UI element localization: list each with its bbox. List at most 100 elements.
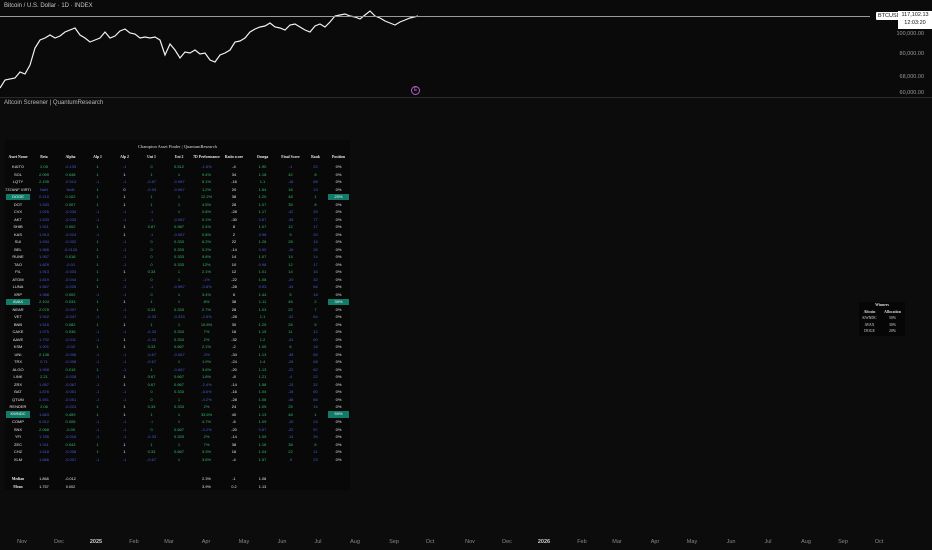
cell-omega: 1.04	[258, 389, 267, 394]
cell-position: 0%	[335, 344, 342, 349]
cell-uni-1: 1	[150, 194, 153, 199]
event-marker-icon[interactable]: E	[411, 86, 420, 95]
cell-asset-name: FIL	[15, 269, 21, 274]
time-label: Sep	[838, 539, 848, 545]
cell-alp-1: 1	[96, 186, 99, 192]
cell-alpha: -0.028	[64, 374, 77, 379]
cell-omega: 1.13	[258, 366, 267, 372]
cell-alp-2: -1	[122, 261, 127, 267]
cell-uni-2: 1	[177, 299, 181, 304]
time-label: 2025	[89, 539, 103, 545]
table-row: DOGE 0.119 0.102 1 1 1 1 12.2% 38 1.20 48 1 20%	[5, 193, 350, 201]
cell-alp-1: -1	[95, 209, 100, 214]
cell-asset-name: CAKE	[12, 329, 24, 334]
cell-perf-7d: 2%	[203, 434, 210, 439]
cell-final-score: 25	[288, 404, 293, 409]
cell-uni-1: -0.93	[146, 186, 157, 192]
cell-beta: 1.567	[38, 284, 49, 289]
cell-alpha: 0.002	[65, 224, 76, 229]
cell-rank: 66	[313, 284, 318, 289]
cell-ratio-score: -28	[231, 284, 237, 289]
cell-omega: 1.21	[258, 374, 267, 379]
summary-uni-2	[165, 484, 193, 492]
cell-uni-2: -0.967	[173, 186, 185, 192]
cell-position: 0%	[335, 216, 342, 222]
cell-omega: 1.90	[258, 164, 267, 169]
cell-position: 0%	[335, 351, 342, 357]
cell-ratio-score: -2	[232, 344, 236, 349]
table-row: SNX 2.068 -0.00 -1 -1 0 0.667 -0.2% -20 0.87 -22 57…	[5, 426, 350, 434]
cell-alp-1: 1	[96, 224, 99, 229]
cell-perf-7d: 0.1%	[201, 216, 212, 222]
cell-position: 0%	[335, 359, 342, 364]
cell-uni-2: 0.333	[173, 254, 184, 259]
time-label: Oct	[425, 539, 435, 545]
time-label: Aug	[350, 539, 360, 545]
pane-separator[interactable]	[0, 97, 932, 98]
cell-asset-name: COMP	[12, 419, 24, 424]
cell-alp-2: -1	[122, 306, 127, 312]
cell-asset-name: 737ANF VIRTU	[5, 186, 31, 192]
cell-position: 0%	[335, 396, 342, 402]
table-row: TRX 0.71 -0.008 -1 -1 -0.67 1 1.9% -24 1.4 -28 68 0%	[5, 358, 350, 366]
cell-alp-1: 1	[96, 201, 99, 207]
cell-omega: 1.1	[259, 314, 266, 319]
cell-alpha: -0.024	[64, 231, 77, 237]
price-axis[interactable]: 100,000.00 80,000.00 68,000.00 60,000.00	[862, 0, 932, 530]
summary-position	[327, 484, 350, 492]
cell-uni-2: 1	[177, 194, 181, 199]
summary-row: Median 1.868 -0.012 2.3% -1 1.08	[5, 476, 350, 484]
cell-omega: 1.03	[258, 306, 267, 312]
table-row: ZRX 1.957 -0.067 -1 1 0.67 0.667 -2.4% -14 1.58 -1…	[5, 381, 350, 389]
cell-alp-1: 1	[96, 306, 99, 312]
cell-omega: 1.07	[258, 224, 267, 229]
price-chart-pane[interactable]: Bitcoin / U.S. Dollar · 1D · INDEX E	[0, 0, 932, 97]
cell-alp-1: -1	[95, 359, 100, 364]
cell-ratio-score: -14	[231, 246, 237, 252]
cell-omega: 1.15	[258, 329, 267, 334]
symbol-title[interactable]: Bitcoin / U.S. Dollar · 1D · INDEX	[4, 3, 93, 9]
cell-alp-2: -1	[122, 276, 127, 282]
summary-final-score	[277, 484, 304, 492]
cell-alpha: 0.015	[65, 366, 76, 372]
time-axis[interactable]: Nov Dec 2025 Feb Mar Apr May Jun Jul Aug Sep Oct Nov…	[0, 530, 932, 550]
table-row: KWNDC 1.663 0.459 1 1 1 1 33.6% 40 1.13 48 1 50%	[5, 411, 350, 419]
cell-uni-2: 0.667	[173, 426, 184, 432]
cell-final-score: 6	[289, 344, 292, 349]
cell-alp-1: 1	[96, 194, 99, 199]
cell-uni-1: 1	[150, 411, 153, 417]
cell-position: 0%	[335, 186, 342, 192]
cell-position: 0%	[335, 336, 342, 342]
time-label: Nov	[17, 539, 27, 545]
cell-ratio-score: -34	[231, 351, 237, 357]
cell-perf-7d: 1.8%	[201, 374, 212, 379]
cell-alp-2: -1	[122, 314, 127, 319]
screener-table: Champion Asset Finder | QuantumResearch …	[5, 140, 350, 490]
cell-alp-1: -1	[95, 329, 100, 334]
summary-uni-1	[138, 476, 165, 484]
table-row: CVX 1.925 -0.034 -1 -1 -1 1 0.8% -28 1.17 -42 39 0%	[5, 208, 350, 216]
cell-perf-7d: 9.4%	[201, 171, 212, 177]
table-row: COMP 0.912 0.008 -1 -1 -1 1 4.7% -6 1.09 -10 24 0%	[5, 418, 350, 426]
cell-perf-7d: -5.6%	[201, 389, 212, 394]
cell-alpha: 0.002	[65, 291, 76, 297]
cell-alp-2: -1	[122, 179, 127, 184]
cell-omega: 1.1	[259, 179, 266, 184]
cell-rank: 60	[313, 389, 318, 394]
cell-uni-2: -0.987	[173, 179, 185, 184]
cell-uni-1: 1	[150, 171, 153, 177]
cell-final-score: 28	[288, 239, 293, 244]
winners-row: DOGE 20%	[859, 328, 905, 335]
summary-alpha: -0.012	[65, 477, 76, 481]
cell-asset-name: DOT	[13, 201, 23, 207]
cell-alpha: -0.047	[64, 314, 77, 319]
cell-rank: 32	[313, 276, 318, 282]
cell-beta: 2.08	[40, 164, 48, 169]
header-ratio-score: Ratio score	[224, 155, 244, 159]
cell-final-score: -38	[287, 351, 294, 357]
cell-uni-1: 0	[150, 261, 153, 267]
cell-alp-1: 1	[96, 411, 99, 417]
cell-rank: 88	[313, 179, 318, 184]
indicator-title[interactable]: Altcoin Screener | QuantumResearch	[4, 100, 103, 106]
cell-position: 0%	[335, 164, 342, 169]
